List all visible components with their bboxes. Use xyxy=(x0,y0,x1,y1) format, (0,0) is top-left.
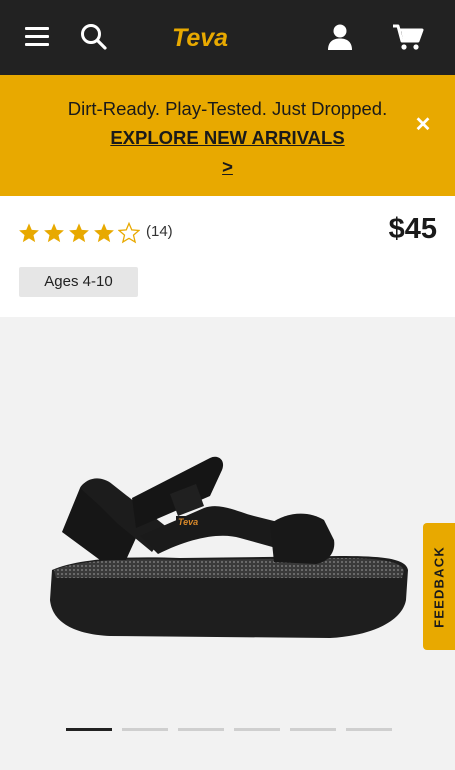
star-filled-icon xyxy=(19,223,39,243)
cart-icon[interactable] xyxy=(388,17,428,57)
star-empty-icon xyxy=(118,222,140,244)
star-filled-icon xyxy=(69,223,89,243)
promo-banner: Dirt-Ready. Play-Tested. Just Dropped. E… xyxy=(0,75,455,196)
sandal-image[interactable]: Teva xyxy=(40,440,420,650)
review-count[interactable]: (14) xyxy=(146,222,173,242)
search-icon[interactable] xyxy=(74,17,114,57)
star-filled-icon xyxy=(94,223,114,243)
product-price: $45 xyxy=(388,213,437,245)
explore-new-arrivals-link[interactable]: EXPLORE NEW ARRIVALS xyxy=(110,127,344,148)
carousel-dot-5[interactable] xyxy=(290,728,336,731)
carousel-dot-6[interactable] xyxy=(346,728,392,731)
explore-arrow-link[interactable]: > xyxy=(222,156,233,177)
age-range-badge: Ages 4-10 xyxy=(19,267,138,297)
feedback-tab[interactable]: FEEDBACK xyxy=(423,523,455,650)
carousel-dot-3[interactable] xyxy=(178,728,224,731)
promo-text: Dirt-Ready. Play-Tested. Just Dropped. xyxy=(67,98,388,119)
feedback-label: FEEDBACK xyxy=(431,545,447,628)
teva-logo[interactable]: Teva xyxy=(172,22,248,52)
carousel-dot-2[interactable] xyxy=(122,728,168,731)
sandal-logo: Teva xyxy=(178,517,198,527)
close-icon[interactable]: ✕ xyxy=(408,112,438,138)
carousel-dot-1[interactable] xyxy=(66,728,112,731)
carousel-indicators xyxy=(66,728,392,731)
star-filled-icon xyxy=(44,223,64,243)
menu-icon[interactable] xyxy=(18,17,58,57)
promo-message: Dirt-Ready. Play-Tested. Just Dropped. E… xyxy=(40,94,415,181)
carousel-dot-4[interactable] xyxy=(234,728,280,731)
logo-text: Teva xyxy=(172,24,228,52)
account-icon[interactable] xyxy=(320,17,360,57)
site-header: Teva xyxy=(0,0,455,75)
star-rating[interactable] xyxy=(18,222,140,244)
